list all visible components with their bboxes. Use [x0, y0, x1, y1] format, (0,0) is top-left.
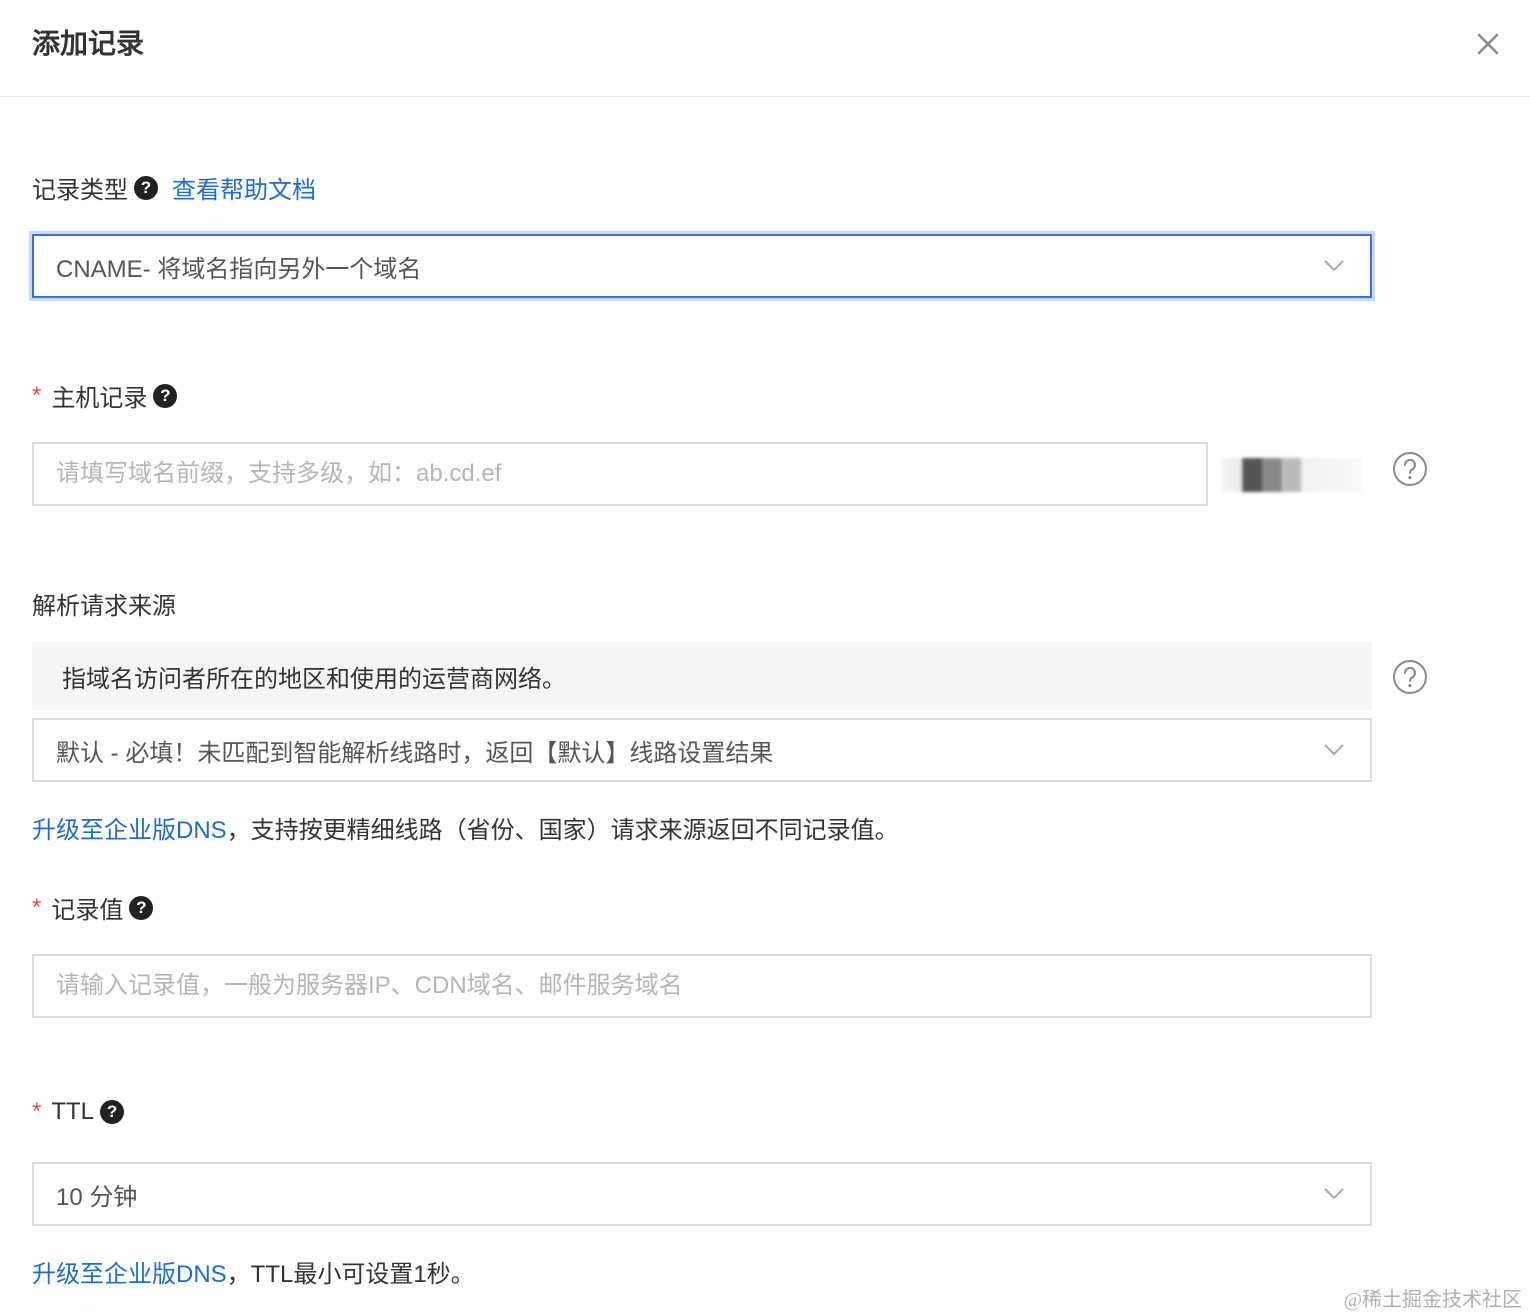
- chevron-down-icon: [1324, 260, 1344, 272]
- help-doc-link[interactable]: 查看帮助文档: [172, 170, 316, 205]
- ttl-upgrade-note: 升级至企业版DNS，TTL最小可设置1秒。: [32, 1254, 475, 1289]
- resolution-upgrade-text: ，支持按更精细线路（省份、国家）请求来源返回不同记录值。: [226, 817, 899, 844]
- question-icon[interactable]: ?: [134, 175, 158, 200]
- dialog-header: 添加记录: [0, 0, 1530, 97]
- record-value-input[interactable]: [32, 954, 1372, 1018]
- record-type-select[interactable]: CNAME- 将域名指向另外一个域名: [32, 234, 1372, 298]
- host-record-label-row: * 主机记录 ?: [32, 378, 178, 413]
- record-value-label-row: * 记录值 ?: [32, 890, 154, 925]
- ttl-label-row: * TTL ?: [32, 1098, 125, 1126]
- upgrade-dns-link[interactable]: 升级至企业版DNS: [32, 1261, 227, 1288]
- record-type-label: 记录类型: [32, 177, 128, 204]
- resolution-source-label-row: 解析请求来源: [32, 586, 176, 621]
- record-type-selected: CNAME- 将域名指向另外一个域名: [56, 255, 422, 283]
- ttl-selected: 10 分钟: [56, 1183, 138, 1211]
- required-mark: *: [32, 381, 42, 409]
- record-value-label: 记录值: [51, 897, 124, 924]
- ttl-select[interactable]: 10 分钟: [32, 1162, 1372, 1226]
- chevron-down-icon: [1324, 1188, 1344, 1200]
- chevron-down-icon: [1324, 744, 1344, 756]
- resolution-line-select[interactable]: 默认 - 必填！未匹配到智能解析线路时，返回【默认】线路设置结果: [32, 718, 1372, 782]
- help-circle-icon[interactable]: [1392, 451, 1428, 487]
- resolution-upgrade-note: 升级至企业版DNS，支持按更精细线路（省份、国家）请求来源返回不同记录值。: [32, 810, 899, 845]
- upgrade-dns-link[interactable]: 升级至企业版DNS: [32, 817, 227, 844]
- question-icon[interactable]: ?: [129, 895, 154, 920]
- dialog-title: 添加记录: [32, 28, 145, 59]
- watermark: @稀土掘金技术社区: [1343, 1289, 1522, 1311]
- question-icon[interactable]: ?: [153, 383, 178, 408]
- host-record-input[interactable]: [32, 442, 1208, 506]
- host-record-label: 主机记录: [51, 385, 148, 412]
- required-mark: *: [32, 893, 42, 921]
- resolution-source-tip-text: 指域名访问者所在的地区和使用的运营商网络。: [62, 665, 566, 693]
- ttl-label: TTL: [51, 1098, 95, 1125]
- help-circle-icon[interactable]: [1392, 659, 1428, 695]
- resolution-source-tip: 指域名访问者所在的地区和使用的运营商网络。: [32, 642, 1372, 710]
- ttl-upgrade-text: ，TTL最小可设置1秒。: [226, 1261, 475, 1288]
- record-type-label-row: 记录类型 ? 查看帮助文档: [32, 170, 316, 205]
- add-record-dialog: 添加记录 记录类型 ? 查看帮助文档 CNAME- 将域名指向另外一个域名 * …: [0, 0, 1530, 1316]
- close-icon[interactable]: [1470, 26, 1506, 62]
- resolution-source-label: 解析请求来源: [32, 593, 176, 620]
- question-icon[interactable]: ?: [100, 1100, 125, 1124]
- domain-suffix-redacted: [1222, 458, 1362, 492]
- resolution-line-selected: 默认 - 必填！未匹配到智能解析线路时，返回【默认】线路设置结果: [56, 739, 774, 767]
- required-mark: *: [32, 1098, 42, 1125]
